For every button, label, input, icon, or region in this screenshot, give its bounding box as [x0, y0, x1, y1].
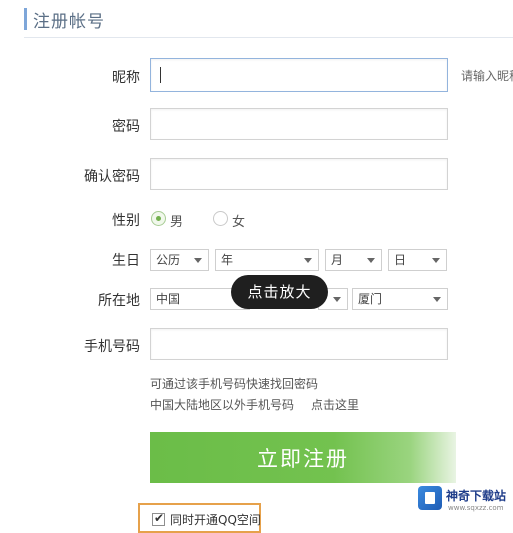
phone-overseas-tip: 中国大陆地区以外手机号码: [150, 398, 295, 412]
password-input[interactable]: [150, 108, 448, 140]
location-label: 所在地: [98, 293, 140, 309]
register-button[interactable]: 立即注册: [150, 432, 456, 483]
chevron-down-icon: [367, 258, 375, 263]
qzone-label[interactable]: 同时开通QQ空间: [170, 511, 261, 528]
phone-label: 手机号码: [84, 339, 140, 355]
confirm-password-input[interactable]: [150, 158, 448, 190]
month-value: 月: [331, 253, 344, 267]
birthday-label: 生日: [112, 253, 140, 269]
site-watermark: 神奇下载站 www.sqxzz.com: [410, 480, 513, 531]
text-caret: [160, 67, 161, 83]
logo-icon: [418, 486, 442, 510]
nickname-hint: 请输入昵称: [461, 69, 513, 83]
month-select[interactable]: 月: [325, 249, 382, 271]
gender-label: 性别: [112, 213, 140, 229]
country-value: 中国: [156, 292, 181, 306]
zoom-tooltip[interactable]: 点击放大: [231, 275, 328, 309]
header-divider: [24, 37, 513, 38]
gender-female-label[interactable]: 女: [232, 211, 245, 230]
nickname-input[interactable]: [150, 58, 448, 92]
calendar-value: 公历: [156, 253, 181, 267]
city-select[interactable]: 厦门: [352, 288, 448, 310]
page-header: 注册帐号: [0, 0, 513, 40]
calendar-select[interactable]: 公历: [150, 249, 209, 271]
header-accent-bar: [24, 8, 27, 30]
year-value: 年: [221, 253, 234, 267]
password-label: 密码: [112, 119, 140, 135]
day-value: 日: [394, 253, 407, 267]
chevron-down-icon: [433, 297, 441, 302]
chevron-down-icon: [304, 258, 312, 263]
confirm-password-label: 确认密码: [84, 169, 140, 185]
watermark-subtitle: www.sqxzz.com: [448, 504, 504, 512]
day-select[interactable]: 日: [388, 249, 447, 271]
city-value: 厦门: [358, 292, 383, 306]
chevron-down-icon: [194, 258, 202, 263]
gender-male-label[interactable]: 男: [170, 211, 183, 230]
gender-female-radio[interactable]: [213, 211, 228, 226]
chevron-down-icon: [432, 258, 440, 263]
phone-tip: 可通过该手机号码快速找回密码: [150, 377, 319, 391]
phone-input[interactable]: [150, 328, 448, 360]
overseas-phone-link[interactable]: 点击这里: [311, 396, 359, 413]
checkmark-icon: ✔: [154, 511, 165, 525]
page-title: 注册帐号: [33, 12, 105, 32]
qzone-checkbox[interactable]: ✔: [152, 511, 165, 526]
year-select[interactable]: 年: [215, 249, 319, 271]
qzone-option[interactable]: ✔ 同时开通QQ空间: [138, 503, 261, 533]
gender-male-radio[interactable]: [151, 211, 166, 226]
chevron-down-icon: [333, 297, 341, 302]
nickname-label: 昵称: [112, 70, 140, 86]
watermark-title: 神奇下载站: [446, 489, 507, 503]
